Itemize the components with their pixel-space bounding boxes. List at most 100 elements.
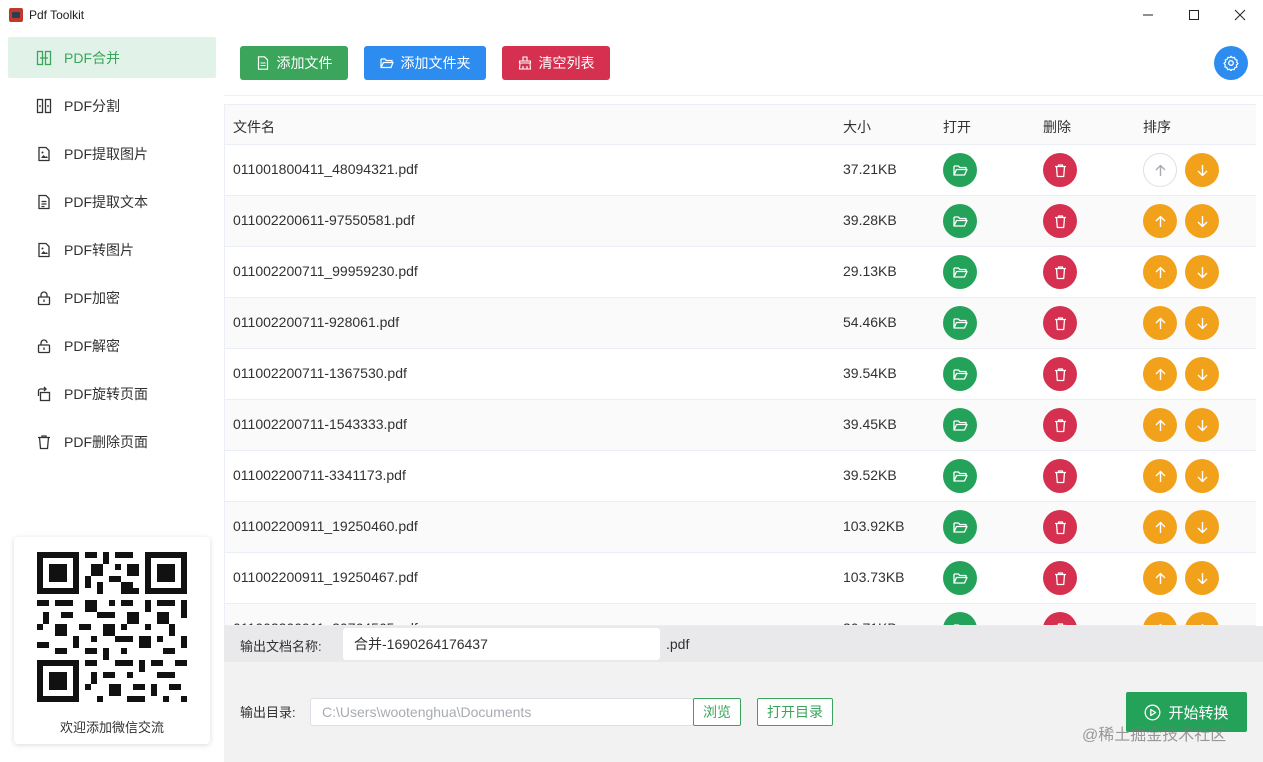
trash-icon xyxy=(1053,163,1068,178)
delete-file-button[interactable] xyxy=(1043,459,1077,493)
move-down-button[interactable] xyxy=(1185,255,1219,289)
header-delete: 删除 xyxy=(1043,119,1071,135)
delete-file-button[interactable] xyxy=(1043,255,1077,289)
move-down-button[interactable] xyxy=(1185,561,1219,595)
folder-open-icon xyxy=(952,163,968,178)
move-down-button[interactable] xyxy=(1185,153,1219,187)
sidebar-item-decrypt[interactable]: PDF解密 xyxy=(8,325,216,366)
move-up-button[interactable] xyxy=(1143,510,1177,544)
add-file-button[interactable]: 添加文件 xyxy=(240,46,348,80)
play-circle-icon xyxy=(1145,704,1161,720)
add-file-label: 添加文件 xyxy=(276,55,333,71)
move-down-button[interactable] xyxy=(1185,612,1219,625)
add-folder-button[interactable]: 添加文件夹 xyxy=(364,46,486,80)
file-name: 011002200911_19250467.pdf xyxy=(233,569,418,585)
arrow-down-icon xyxy=(1195,265,1210,280)
open-directory-button[interactable]: 打开目录 xyxy=(757,698,833,726)
split-icon xyxy=(36,98,52,114)
arrow-down-icon xyxy=(1195,163,1210,178)
sidebar-item-label: PDF提取文本 xyxy=(64,193,148,210)
open-file-button[interactable] xyxy=(943,153,977,187)
clear-list-button[interactable]: 清空列表 xyxy=(502,46,610,80)
sidebar-item-encrypt[interactable]: PDF加密 xyxy=(8,277,216,318)
delete-file-button[interactable] xyxy=(1043,408,1077,442)
title-bar: Pdf Toolkit xyxy=(0,0,1263,30)
wechat-qr-card: 欢迎添加微信交流 xyxy=(14,537,210,744)
settings-button[interactable] xyxy=(1214,46,1248,80)
sidebar-item-split[interactable]: PDF分割 xyxy=(8,85,216,126)
qr-caption: 欢迎添加微信交流 xyxy=(59,720,164,735)
sidebar-item-extract-text[interactable]: PDF提取文本 xyxy=(8,181,216,222)
delete-file-button[interactable] xyxy=(1043,510,1077,544)
arrow-down-icon xyxy=(1195,214,1210,229)
move-up-button[interactable] xyxy=(1143,612,1177,625)
sidebar-item-to-image[interactable]: PDF转图片 xyxy=(8,229,216,270)
open-file-button[interactable] xyxy=(943,510,977,544)
arrow-up-icon xyxy=(1153,418,1168,433)
image-file-icon xyxy=(36,242,52,258)
move-up-button[interactable] xyxy=(1143,408,1177,442)
file-name: 011001800411_48094321.pdf xyxy=(233,161,418,177)
file-size: 103.73KB xyxy=(843,569,905,585)
open-file-button[interactable] xyxy=(943,306,977,340)
sidebar-item-label: PDF合并 xyxy=(64,49,120,66)
open-file-button[interactable] xyxy=(943,204,977,238)
delete-file-button[interactable] xyxy=(1043,561,1077,595)
sidebar-item-delete-pages[interactable]: PDF删除页面 xyxy=(8,421,216,462)
sidebar-item-label: PDF解密 xyxy=(64,337,120,354)
open-file-button[interactable] xyxy=(943,408,977,442)
file-name: 011002200711_99959230.pdf xyxy=(233,263,418,279)
gear-icon xyxy=(1223,55,1239,71)
folder-open-icon xyxy=(952,520,968,535)
move-down-button[interactable] xyxy=(1185,306,1219,340)
move-down-button[interactable] xyxy=(1185,357,1219,391)
output-dir-input[interactable]: C:\Users\wootenghua\Documents xyxy=(310,698,694,726)
delete-file-button[interactable] xyxy=(1043,306,1077,340)
sidebar-item-extract-images[interactable]: PDF提取图片 xyxy=(8,133,216,174)
move-up-button[interactable] xyxy=(1143,153,1177,187)
sidebar: PDF合并 PDF分割 PDF提取图片 PDF提取文本 PDF转图片 PDF加密… xyxy=(0,30,224,762)
sidebar-item-label: PDF提取图片 xyxy=(64,145,148,162)
open-file-button[interactable] xyxy=(943,255,977,289)
move-down-button[interactable] xyxy=(1185,459,1219,493)
arrow-down-icon xyxy=(1195,316,1210,331)
lock-icon xyxy=(36,290,52,306)
image-file-icon xyxy=(36,146,52,162)
arrow-up-icon xyxy=(1153,520,1168,535)
move-up-button[interactable] xyxy=(1143,255,1177,289)
trash-icon xyxy=(1053,214,1068,229)
maximize-button[interactable] xyxy=(1171,0,1217,30)
trash-icon xyxy=(1053,265,1068,280)
open-file-button[interactable] xyxy=(943,612,977,625)
sidebar-item-label: PDF旋转页面 xyxy=(64,385,148,402)
arrow-up-icon xyxy=(1153,265,1168,280)
delete-file-button[interactable] xyxy=(1043,612,1077,625)
move-down-button[interactable] xyxy=(1185,408,1219,442)
move-up-button[interactable] xyxy=(1143,357,1177,391)
browse-button[interactable]: 浏览 xyxy=(693,698,741,726)
move-down-button[interactable] xyxy=(1185,510,1219,544)
move-up-button[interactable] xyxy=(1143,204,1177,238)
sidebar-item-rotate[interactable]: PDF旋转页面 xyxy=(8,373,216,414)
delete-file-button[interactable] xyxy=(1043,204,1077,238)
move-up-button[interactable] xyxy=(1143,459,1177,493)
arrow-up-icon xyxy=(1153,469,1168,484)
delete-file-button[interactable] xyxy=(1043,153,1077,187)
minimize-button[interactable] xyxy=(1125,0,1171,30)
move-up-button[interactable] xyxy=(1143,561,1177,595)
open-file-button[interactable] xyxy=(943,459,977,493)
sidebar-item-merge[interactable]: PDF合并 xyxy=(8,37,216,78)
file-size: 39.54KB xyxy=(843,365,897,381)
delete-file-button[interactable] xyxy=(1043,357,1077,391)
file-name: 011002200711-3341173.pdf xyxy=(233,467,406,483)
table-header: 文件名 大小 打开 删除 排序 xyxy=(225,105,1256,145)
close-button[interactable] xyxy=(1217,0,1263,30)
output-name-input[interactable]: 合并-1690264176437 xyxy=(343,628,660,660)
open-file-button[interactable] xyxy=(943,561,977,595)
arrow-up-icon xyxy=(1153,367,1168,382)
table-row: 011002200911_19250467.pdf 103.73KB xyxy=(225,553,1256,604)
table-row: 011001800411_48094321.pdf 37.21KB xyxy=(225,145,1256,196)
move-up-button[interactable] xyxy=(1143,306,1177,340)
open-file-button[interactable] xyxy=(943,357,977,391)
move-down-button[interactable] xyxy=(1185,204,1219,238)
